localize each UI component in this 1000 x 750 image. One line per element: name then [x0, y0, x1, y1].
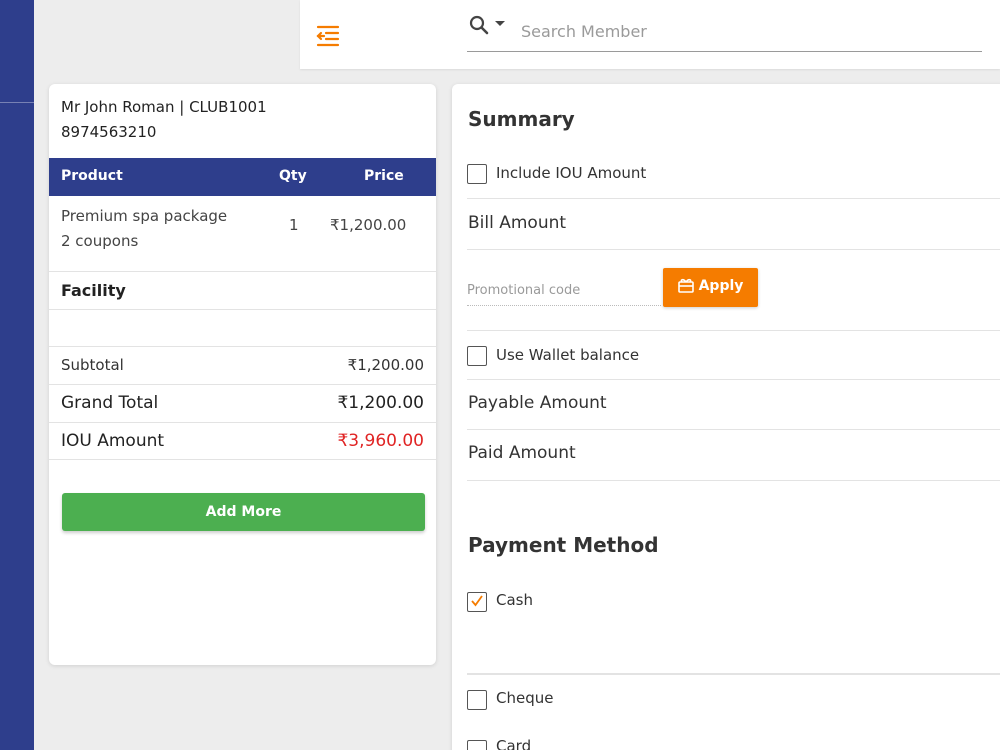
search-input[interactable]	[521, 18, 961, 44]
payable-amount-label: Payable Amount	[468, 393, 607, 413]
wallet-checkbox[interactable]	[467, 346, 487, 366]
payment-method-card[interactable]: Card	[467, 724, 1000, 750]
column-header-price: Price	[364, 168, 404, 184]
paid-amount-label: Paid Amount	[468, 443, 576, 463]
subtotal-value: ₹1,200.00	[347, 356, 424, 374]
grand-total-row: Grand Total ₹1,200.00	[49, 385, 436, 423]
cart-panel: Mr John Roman | CLUB1001 8974563210 Prod…	[49, 84, 436, 665]
product-name: Premium spa package 2 coupons	[61, 204, 227, 254]
summary-panel: Summary Include IOU Amount Bill Amount A…	[452, 84, 1000, 750]
product-price: ₹1,200.00	[330, 216, 407, 234]
search-bar	[467, 12, 982, 52]
gift-icon	[677, 278, 694, 297]
iou-amount-row: IOU Amount ₹3,960.00	[49, 423, 436, 460]
facility-row: Facility	[49, 272, 436, 310]
wallet-label: Use Wallet balance	[496, 346, 640, 364]
subtotal-row: Subtotal ₹1,200.00	[49, 347, 436, 385]
search-icon[interactable]	[469, 15, 489, 35]
product-qty: 1	[289, 216, 299, 234]
cart-table-header: Product Qty Price	[49, 158, 436, 196]
paid-amount-row: Paid Amount	[467, 430, 1000, 481]
check-icon	[471, 595, 483, 607]
bill-amount-label: Bill Amount	[468, 213, 567, 233]
payment-method-title: Payment Method	[468, 533, 659, 557]
iou-amount-value: ₹3,960.00	[337, 431, 424, 451]
column-header-product: Product	[61, 168, 123, 184]
payment-method-cheque[interactable]: Cheque	[467, 674, 1000, 724]
cheque-label: Cheque	[496, 689, 554, 707]
sidebar-divider	[0, 102, 34, 103]
menu-collapse-icon[interactable]	[314, 22, 342, 48]
apply-button[interactable]: Apply	[663, 268, 758, 307]
sidebar	[0, 0, 34, 750]
card-label: Card	[496, 737, 532, 750]
table-row[interactable]: Premium spa package 2 coupons 1 ₹1,200.0…	[49, 196, 436, 272]
include-iou-checkbox[interactable]	[467, 164, 487, 184]
top-bar	[300, 0, 1000, 69]
card-checkbox[interactable]	[467, 740, 487, 750]
include-iou-row[interactable]: Include IOU Amount	[467, 152, 1000, 199]
facility-empty-row	[49, 310, 436, 347]
summary-title: Summary	[468, 107, 575, 131]
column-header-qty: Qty	[279, 168, 307, 184]
subtotal-label: Subtotal	[61, 356, 124, 374]
grand-total-value: ₹1,200.00	[337, 393, 424, 413]
facility-label: Facility	[61, 281, 126, 300]
bill-amount-row: Bill Amount	[467, 199, 1000, 250]
product-detail: 2 coupons	[61, 232, 139, 250]
apply-label: Apply	[698, 278, 744, 294]
cash-label: Cash	[496, 591, 533, 609]
chevron-down-icon[interactable]	[495, 21, 505, 26]
member-name: Mr John Roman | CLUB1001	[61, 98, 267, 116]
payable-amount-row: Payable Amount	[467, 380, 1000, 430]
cheque-checkbox[interactable]	[467, 690, 487, 710]
cash-checkbox[interactable]	[467, 592, 487, 612]
product-title: Premium spa package	[61, 207, 228, 225]
wallet-row[interactable]: Use Wallet balance	[467, 330, 1000, 380]
promo-code-input[interactable]	[467, 276, 661, 306]
grand-total-label: Grand Total	[61, 393, 159, 413]
payment-method-cash[interactable]: Cash	[467, 584, 1000, 674]
include-iou-label: Include IOU Amount	[496, 164, 647, 182]
iou-amount-label: IOU Amount	[61, 431, 165, 451]
add-more-button[interactable]: Add More	[62, 493, 425, 531]
member-phone: 8974563210	[61, 123, 157, 141]
